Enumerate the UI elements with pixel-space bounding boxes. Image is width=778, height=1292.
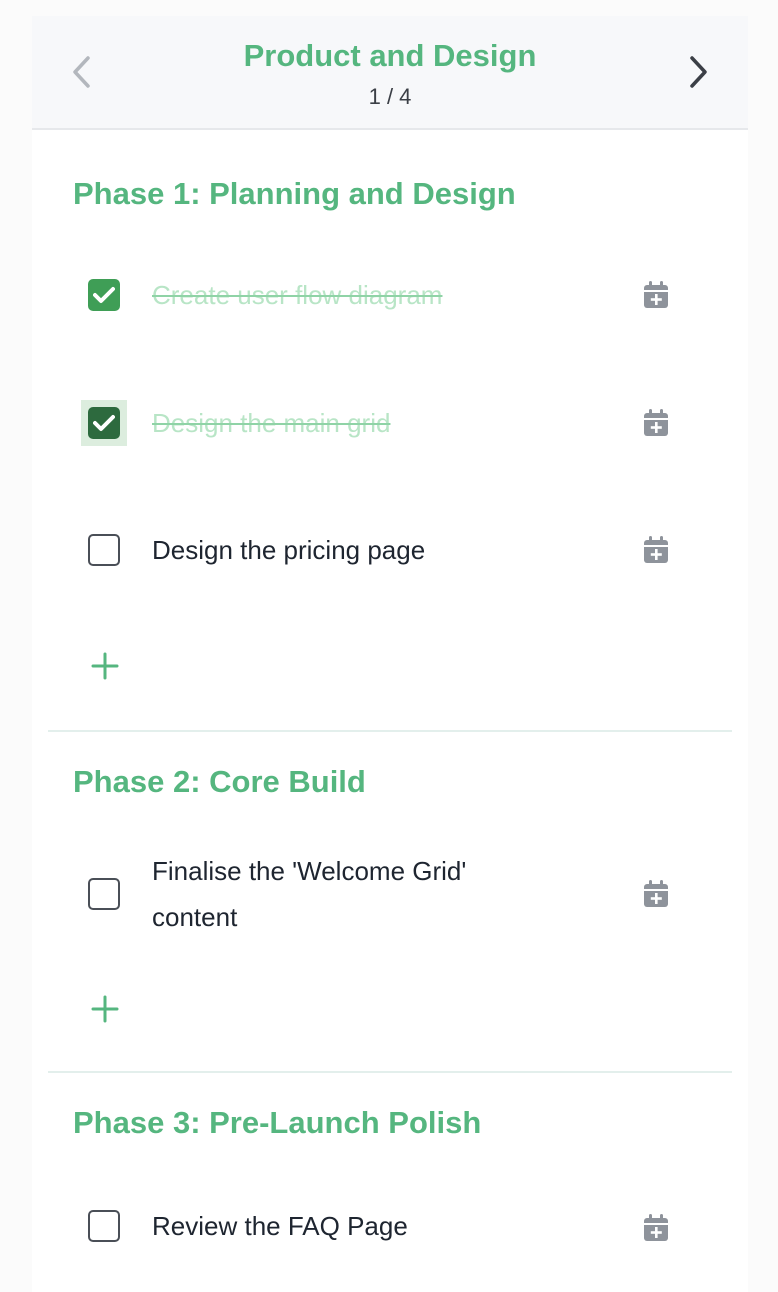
project-title: Product and Design [243,38,537,73]
task-checkbox[interactable] [88,878,120,910]
task-checkbox[interactable] [88,407,120,439]
task-checkbox[interactable] [88,1210,120,1242]
project-card: Product and Design 1 / 4 Phase 1: Planni… [32,16,748,1292]
task-label[interactable]: Review the FAQ Page [152,1203,532,1249]
task-row: Design the main grid [48,400,732,446]
schedule-task-button[interactable] [639,278,673,312]
checkbox-wrapper [81,272,127,318]
task-label[interactable]: Design the pricing page [152,527,532,573]
section-phase-2: Phase 2: Core Build Finalise the 'Welcom… [48,730,732,1072]
checkbox-wrapper [81,400,127,446]
checkbox-wrapper [81,1203,127,1249]
chevron-right-icon [690,56,707,88]
task-row: Create user flow diagram [48,272,732,318]
task-row: Review the FAQ Page [48,1203,732,1249]
schedule-task-button[interactable] [639,406,673,440]
section-title: Phase 2: Core Build [73,764,366,799]
calendar-plus-icon [644,409,668,436]
task-label[interactable]: Finalise the 'Welcome Grid' content [152,848,552,940]
add-task-button[interactable] [88,649,122,683]
task-checkbox[interactable] [88,279,120,311]
schedule-task-button[interactable] [639,533,673,567]
task-checkbox[interactable] [88,534,120,566]
task-label[interactable]: Create user flow diagram [152,272,532,318]
task-row: Finalise the 'Welcome Grid' content [48,848,732,940]
task-row: Design the pricing page [48,527,732,573]
schedule-task-button[interactable] [639,1211,673,1245]
checkbox-wrapper [81,871,127,917]
schedule-task-button[interactable] [639,877,673,911]
calendar-plus-icon [644,880,668,907]
page-indicator: 1 / 4 [368,84,412,109]
section-phase-1: Phase 1: Planning and Design Create user… [48,132,732,730]
plus-icon [91,652,119,680]
calendar-plus-icon [644,281,668,308]
task-label[interactable]: Design the main grid [152,400,532,446]
section-title: Phase 3: Pre-Launch Polish [73,1105,482,1140]
section-title: Phase 1: Planning and Design [73,176,516,211]
check-icon [93,415,115,431]
section-phase-3: Phase 3: Pre-Launch Polish Review the FA… [48,1071,732,1292]
add-task-button[interactable] [88,992,122,1026]
checkbox-wrapper [81,527,127,573]
check-icon [93,287,115,303]
calendar-plus-icon [644,1214,668,1241]
next-project-button[interactable] [680,54,716,90]
calendar-plus-icon [644,536,668,563]
project-header: Product and Design 1 / 4 [32,16,748,130]
plus-icon [91,995,119,1023]
